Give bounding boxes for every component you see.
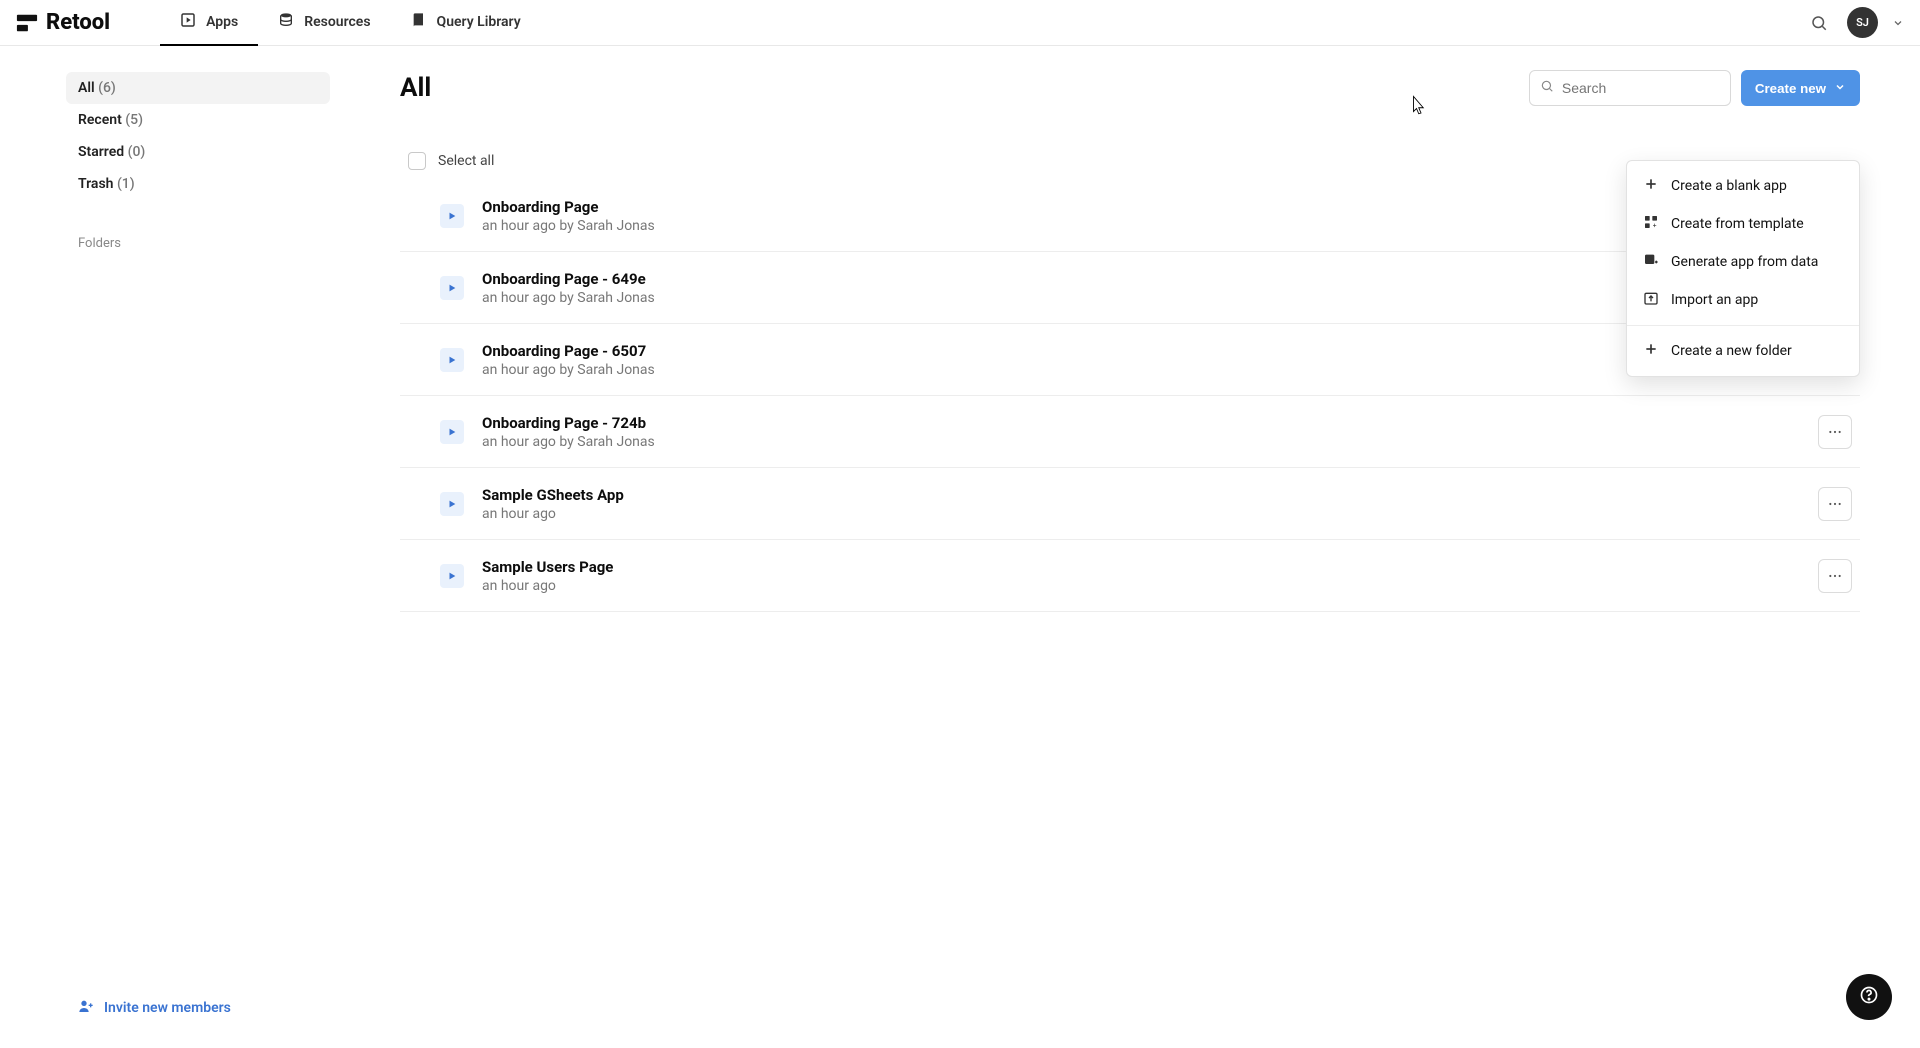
invite-label: Invite new members <box>104 1000 231 1016</box>
folders-label: Folders <box>66 226 330 261</box>
sidebar-item-label: Starred <box>78 144 124 160</box>
sidebar-item-count: (0) <box>128 144 146 160</box>
app-meta: Sample Users Page an hour ago <box>482 558 1800 594</box>
row-more-button[interactable] <box>1818 415 1852 449</box>
search-icon[interactable] <box>1805 9 1833 37</box>
search-icon <box>1540 79 1554 97</box>
sidebar-item-label: Trash <box>78 176 113 192</box>
app-row[interactable]: Onboarding Page - 724b an hour ago by Sa… <box>400 396 1860 468</box>
row-more-button[interactable] <box>1818 559 1852 593</box>
sidebar-item-all[interactable]: All (6) <box>66 72 330 104</box>
app-sub: an hour ago <box>482 578 1800 594</box>
help-icon <box>1859 985 1879 1009</box>
app-row[interactable]: Sample Users Page an hour ago <box>400 540 1860 612</box>
app-sub: an hour ago by Sarah Jonas <box>482 362 1800 378</box>
app-icon <box>440 348 464 372</box>
import-icon <box>1643 290 1659 310</box>
sidebar-item-starred[interactable]: Starred (0) <box>66 136 330 168</box>
tab-label: Resources <box>304 14 370 30</box>
sidebar-item-label: Recent <box>78 112 122 128</box>
people-plus-icon <box>78 998 94 1018</box>
dropdown-item-label: Generate app from data <box>1671 254 1818 270</box>
sidebar-item-count: (6) <box>98 80 116 96</box>
plus-icon <box>1643 176 1659 196</box>
app-icon <box>440 420 464 444</box>
app-meta: Sample GSheets App an hour ago <box>482 486 1800 522</box>
main-header: All Create new <box>400 70 1860 106</box>
dropdown-item-label: Create a blank app <box>1671 178 1787 194</box>
tab-apps[interactable]: Apps <box>160 0 258 46</box>
dropdown-item-label: Import an app <box>1671 292 1758 308</box>
dropdown-create-folder[interactable]: Create a new folder <box>1627 332 1859 370</box>
avatar[interactable]: SJ <box>1847 7 1878 38</box>
select-all-checkbox[interactable] <box>408 152 426 170</box>
search-input-wrapper[interactable] <box>1529 70 1731 106</box>
dropdown-import-app[interactable]: Import an app <box>1627 281 1859 319</box>
dropdown-generate-from-data[interactable]: Generate app from data <box>1627 243 1859 281</box>
sidebar: All (6) Recent (5) Starred (0) Trash (1)… <box>0 46 340 1048</box>
app-name: Sample Users Page <box>482 558 1800 576</box>
app-sub: an hour ago <box>482 506 1800 522</box>
app-name: Onboarding Page - 724b <box>482 414 1800 432</box>
tab-label: Apps <box>206 14 238 30</box>
main-actions: Create new <box>1529 70 1860 106</box>
nav-tabs: Apps Resources Query Library <box>160 0 541 46</box>
book-icon <box>411 12 427 32</box>
chevron-down-icon[interactable] <box>1892 17 1904 29</box>
chevron-down-icon <box>1834 81 1846 96</box>
app-icon <box>440 276 464 300</box>
sidebar-item-recent[interactable]: Recent (5) <box>66 104 330 136</box>
app-name: Onboarding Page - 649e <box>482 270 1800 288</box>
app-icon <box>440 492 464 516</box>
sidebar-item-count: (5) <box>125 112 143 128</box>
logo[interactable]: Retool <box>8 10 118 35</box>
apps-icon <box>180 12 196 32</box>
database-icon <box>278 12 294 32</box>
page-body: All (6) Recent (5) Starred (0) Trash (1)… <box>0 46 1920 1048</box>
app-sub: an hour ago by Sarah Jonas <box>482 290 1800 306</box>
logo-mark-icon <box>16 12 38 34</box>
svg-text:+: + <box>1653 221 1657 229</box>
main: All Create new Select all <box>340 46 1920 1048</box>
tab-label: Query Library <box>437 14 521 30</box>
app-meta: Onboarding Page - 724b an hour ago by Sa… <box>482 414 1800 450</box>
header-right: SJ <box>1805 7 1904 38</box>
create-new-dropdown: Create a blank app + Create from templat… <box>1626 160 1860 377</box>
sidebar-item-trash[interactable]: Trash (1) <box>66 168 330 200</box>
search-input[interactable] <box>1562 80 1743 96</box>
dropdown-create-template[interactable]: + Create from template <box>1627 205 1859 243</box>
page-title: All <box>400 73 431 103</box>
header: Retool Apps Resources Query Library SJ <box>0 0 1920 46</box>
data-icon <box>1643 252 1659 272</box>
app-meta: Onboarding Page - 649e an hour ago by Sa… <box>482 270 1800 306</box>
dropdown-item-label: Create from template <box>1671 216 1804 232</box>
avatar-initials: SJ <box>1856 16 1869 29</box>
dropdown-divider <box>1627 325 1859 326</box>
tab-query-library[interactable]: Query Library <box>391 0 541 46</box>
app-row[interactable]: Sample GSheets App an hour ago <box>400 468 1860 540</box>
dropdown-create-blank[interactable]: Create a blank app <box>1627 167 1859 205</box>
app-sub: an hour ago by Sarah Jonas <box>482 218 1800 234</box>
tab-resources[interactable]: Resources <box>258 0 390 46</box>
app-icon <box>440 204 464 228</box>
help-button[interactable] <box>1846 974 1892 1020</box>
create-label: Create new <box>1755 81 1826 96</box>
create-new-button[interactable]: Create new <box>1741 70 1860 106</box>
app-meta: Onboarding Page an hour ago by Sarah Jon… <box>482 198 1800 234</box>
row-more-button[interactable] <box>1818 487 1852 521</box>
select-all-label: Select all <box>438 153 494 169</box>
template-icon: + <box>1643 214 1659 234</box>
plus-icon <box>1643 341 1659 361</box>
app-name: Onboarding Page - 6507 <box>482 342 1800 360</box>
sidebar-item-label: All <box>78 80 95 96</box>
brand-name: Retool <box>46 10 110 35</box>
app-name: Sample GSheets App <box>482 486 1800 504</box>
app-name: Onboarding Page <box>482 198 1800 216</box>
app-meta: Onboarding Page - 6507 an hour ago by Sa… <box>482 342 1800 378</box>
dropdown-item-label: Create a new folder <box>1671 343 1792 359</box>
invite-members-link[interactable]: Invite new members <box>78 998 318 1018</box>
app-sub: an hour ago by Sarah Jonas <box>482 434 1800 450</box>
sidebar-item-count: (1) <box>117 176 135 192</box>
app-icon <box>440 564 464 588</box>
